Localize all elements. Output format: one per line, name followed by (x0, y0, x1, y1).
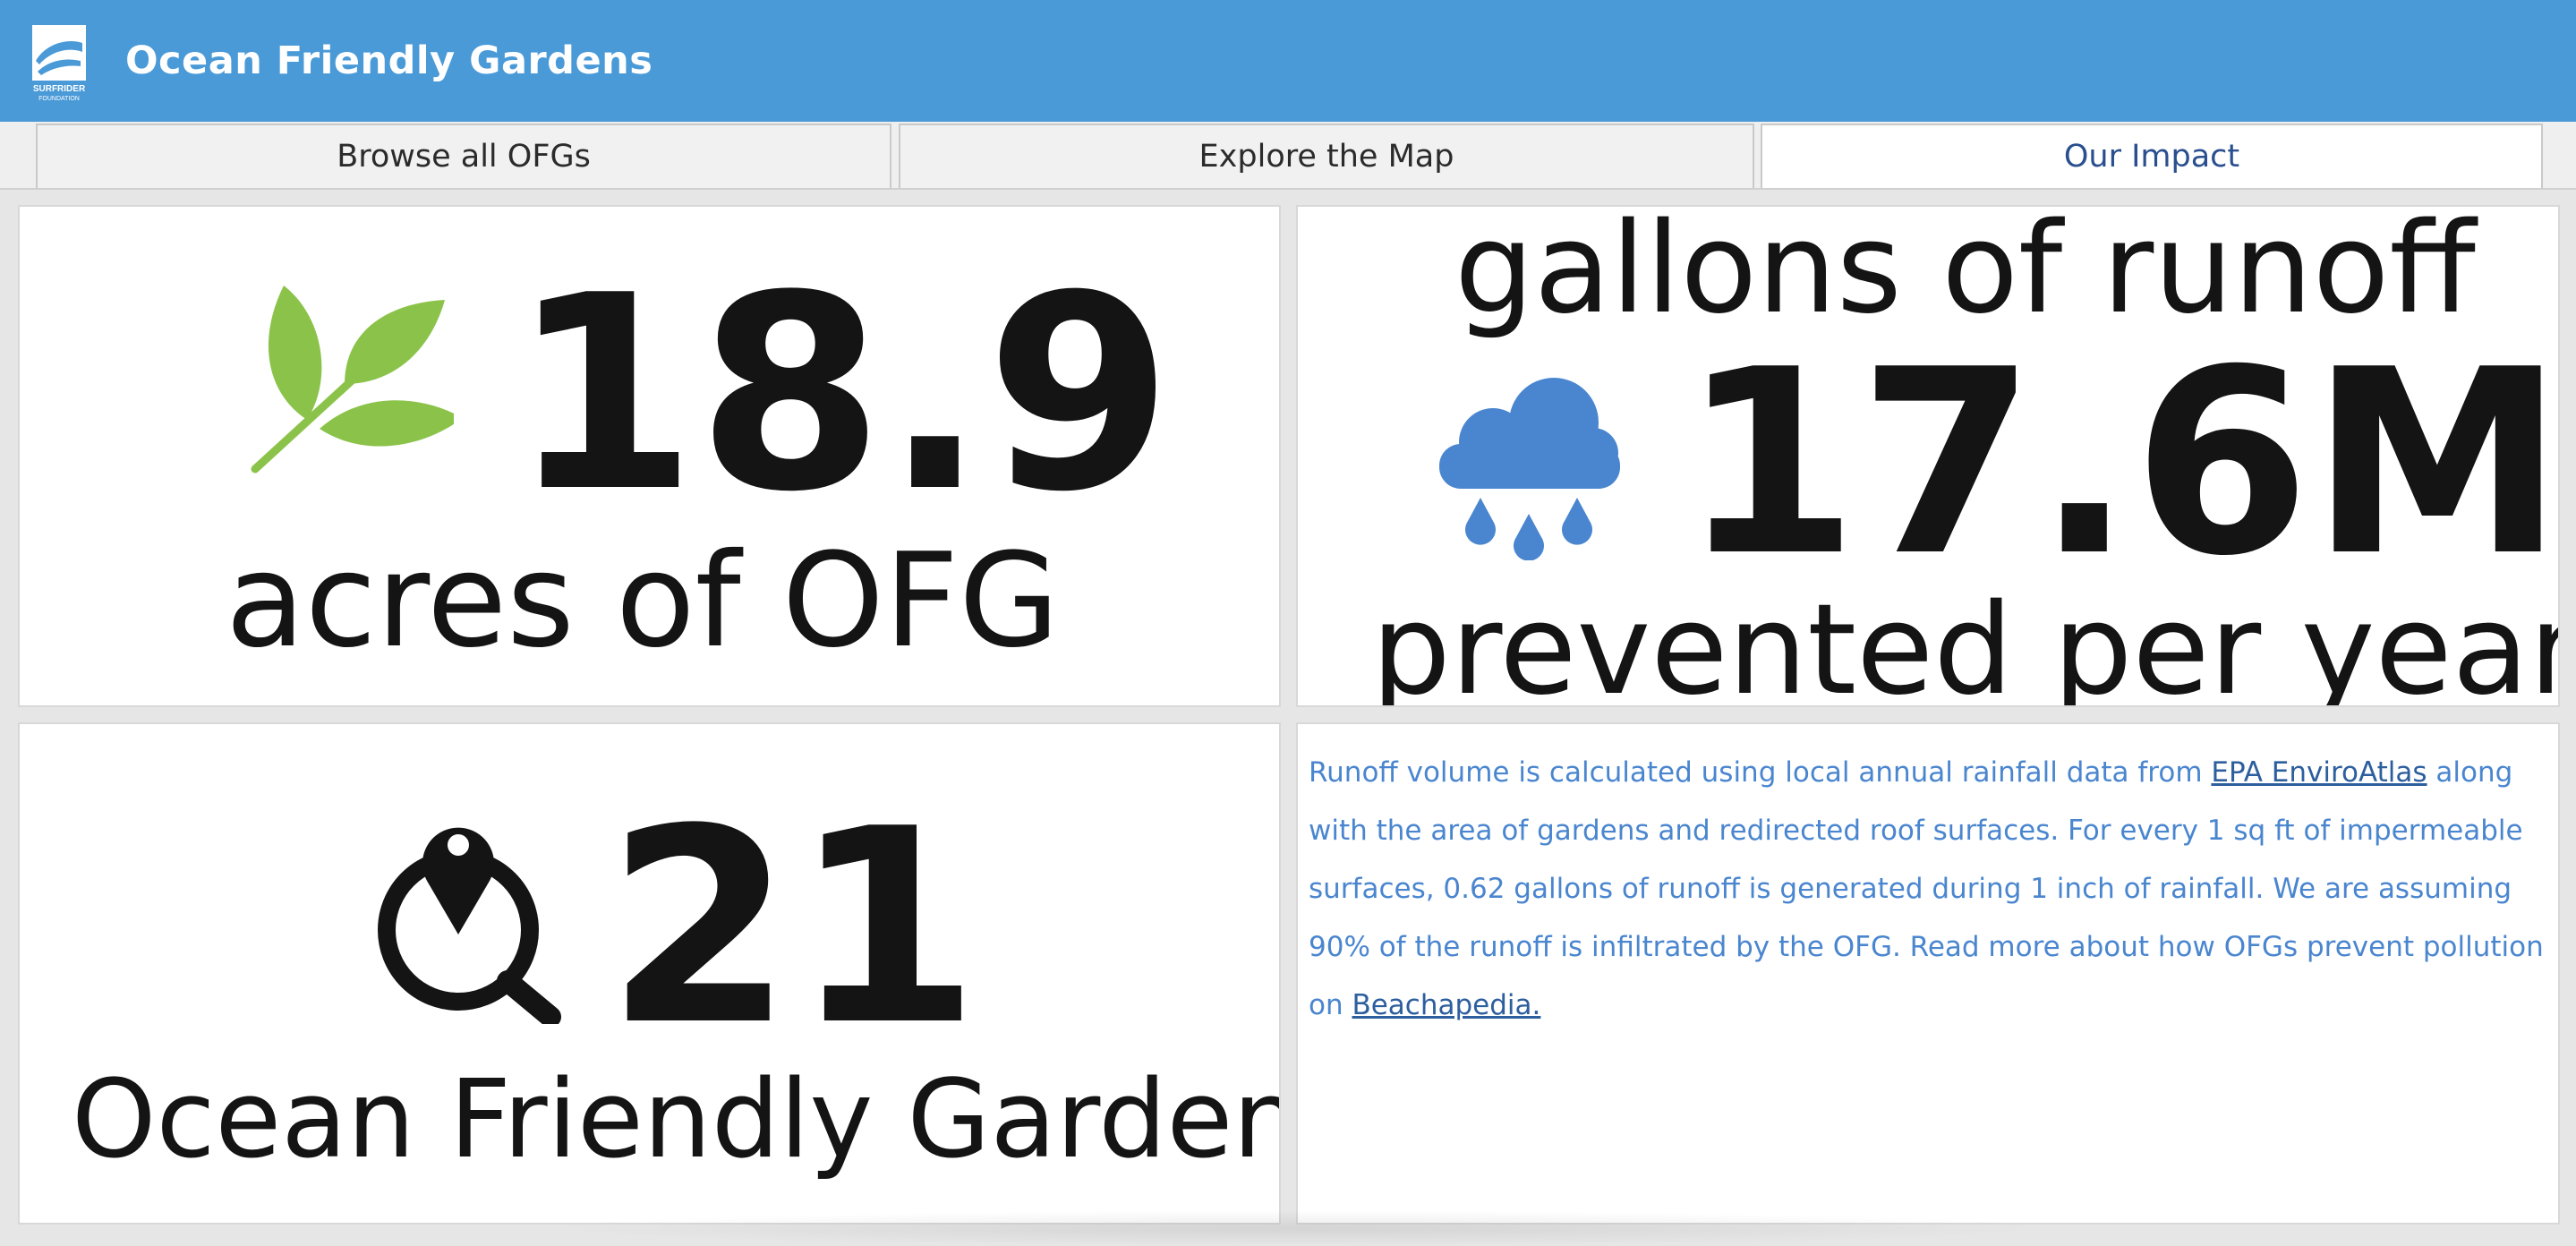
acres-caption: acres of OFG (226, 525, 1060, 677)
bottom-shadow (537, 1210, 2059, 1246)
methodology-panel: Runoff volume is calculated using local … (1296, 722, 2560, 1225)
location-search-icon (364, 809, 561, 1028)
app-header: SURFRIDER FOUNDATION Ocean Friendly Gard… (0, 0, 2576, 122)
runoff-panel: gallons of runoff 17.6M prevented per ye… (1296, 205, 2560, 707)
surfrider-logo: SURFRIDER FOUNDATION (30, 25, 88, 102)
gardens-panel: 21 Ocean Friendly Gardens (18, 722, 1281, 1225)
runoff-value: 17.6M (1681, 315, 2560, 612)
epa-enviroatlas-link[interactable]: EPA EnviroAtlas (2211, 756, 2427, 789)
tab-bar: Browse all OFGs Explore the Map Our Impa… (0, 122, 2576, 190)
acres-value: 18.9 (510, 238, 1173, 550)
tab-browse-all-ofgs[interactable]: Browse all OFGs (36, 124, 891, 188)
rain-cloud-icon (1439, 372, 1622, 561)
runoff-methodology-text: Runoff volume is calculated using local … (1309, 756, 2544, 1021)
svg-text:SURFRIDER: SURFRIDER (33, 84, 86, 94)
app-title: Ocean Friendly Gardens (125, 38, 653, 83)
beachapedia-link[interactable]: Beachapedia. (1352, 989, 1540, 1021)
gardens-value: 21 (606, 772, 980, 1084)
tab-our-impact[interactable]: Our Impact (1761, 124, 2543, 188)
tab-explore-the-map[interactable]: Explore the Map (899, 124, 1754, 188)
gardens-caption: Ocean Friendly Gardens (72, 1058, 1281, 1182)
runoff-top-caption: gallons of runoff (1454, 205, 2476, 342)
leaf-icon (248, 286, 463, 474)
svg-text:FOUNDATION: FOUNDATION (38, 96, 80, 102)
runoff-bottom-caption: prevented per year (1371, 577, 2560, 707)
acres-panel: 18.9 acres of OFG (18, 205, 1281, 707)
